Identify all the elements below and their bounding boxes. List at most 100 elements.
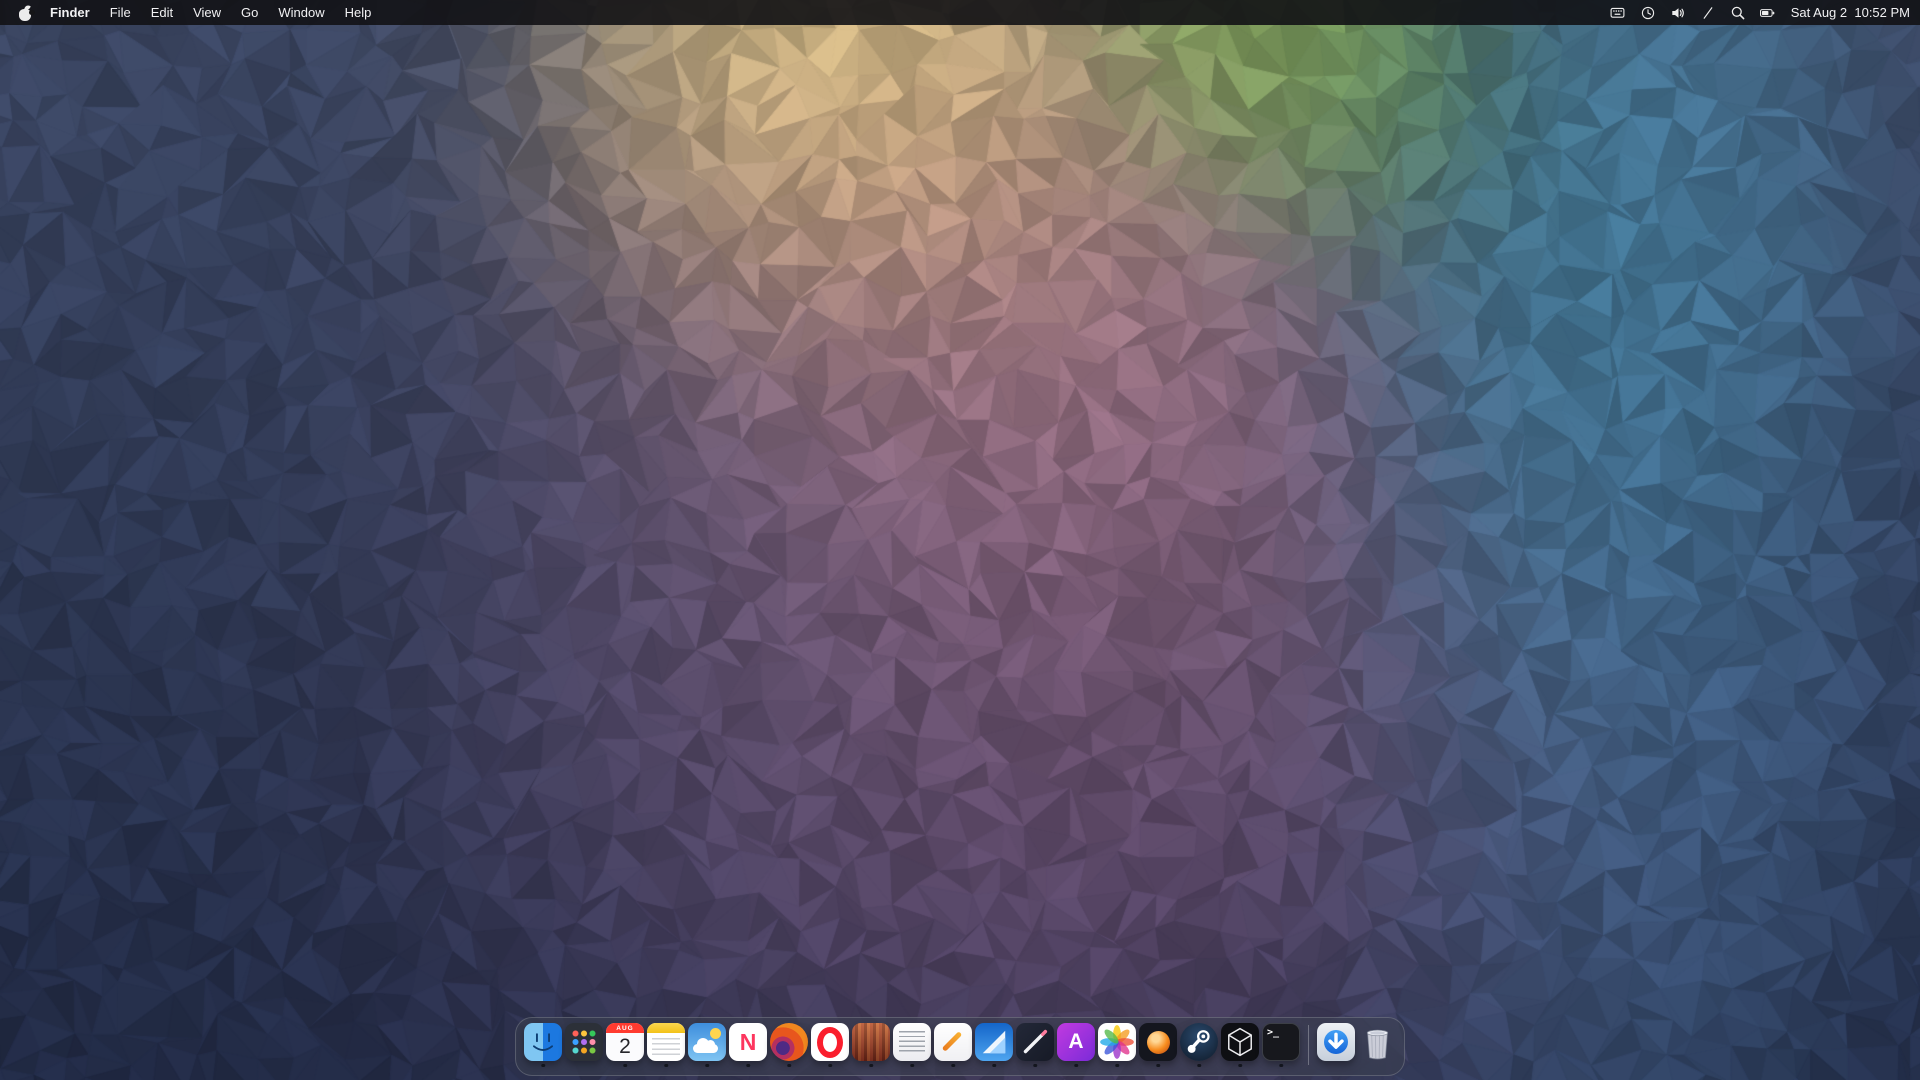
notes-header-stripe <box>647 1023 685 1033</box>
menu-bar-clock[interactable]: Sat Aug 2 10:52 PM <box>1791 0 1910 25</box>
dock-item-terminal[interactable]: >_ <box>1262 1023 1300 1067</box>
dock-item-pages[interactable] <box>934 1023 972 1067</box>
terminal-icon: >_ <box>1262 1023 1300 1061</box>
running-indicator <box>705 1064 709 1068</box>
opera-ring-shape <box>817 1027 843 1058</box>
running-indicator <box>828 1064 832 1068</box>
running-indicator <box>1279 1064 1283 1068</box>
running-indicator <box>541 1064 545 1068</box>
running-indicator <box>951 1064 955 1068</box>
dock-item-launchpad[interactable] <box>565 1023 603 1067</box>
running-indicator <box>664 1064 668 1068</box>
dock-item-firefox[interactable] <box>770 1023 808 1067</box>
running-indicator <box>787 1064 791 1068</box>
trash-icon <box>1358 1023 1396 1061</box>
desktop-wallpaper <box>0 0 1920 1080</box>
slash-icon[interactable] <box>1699 4 1717 21</box>
dock-item-opera[interactable] <box>811 1023 849 1067</box>
purple-a-letter: A <box>1068 1030 1083 1054</box>
apple-menu[interactable] <box>18 5 32 21</box>
news-icon: N <box>729 1023 767 1061</box>
dock-item-dark-brush-app[interactable] <box>1016 1023 1054 1067</box>
menu-go[interactable]: Go <box>231 0 268 25</box>
dock-item-blue-triangle-app[interactable] <box>975 1023 1013 1067</box>
news-letter: N <box>740 1029 757 1056</box>
pinwheel-flower-shape <box>1098 1023 1136 1061</box>
apple-logo-bite <box>29 10 35 16</box>
textedit-icon <box>893 1023 931 1061</box>
calendar-month-label: AUG <box>606 1023 644 1033</box>
pages-icon <box>934 1023 972 1061</box>
dock-item-steam[interactable] <box>1180 1023 1218 1067</box>
orange-pen-shape <box>942 1031 963 1052</box>
keyboard-icon[interactable] <box>1609 4 1627 21</box>
battery-icon[interactable] <box>1759 4 1777 21</box>
menu-help[interactable]: Help <box>335 0 382 25</box>
running-indicator <box>1074 1064 1078 1068</box>
menu-bar-left: Finder File Edit View Go Window Help <box>0 0 381 25</box>
weather-icon <box>688 1023 726 1061</box>
menu-bar-status: Sat Aug 2 10:52 PM <box>1603 0 1920 25</box>
running-indicator <box>1033 1064 1037 1068</box>
notes-ruled-lines <box>652 1038 680 1057</box>
orange-sphere-app-icon <box>1139 1023 1177 1061</box>
running-indicator <box>992 1064 996 1068</box>
brush-stroke-shape <box>1016 1023 1054 1061</box>
firefox-icon <box>770 1023 808 1061</box>
wastebasket-shape <box>1361 1023 1394 1061</box>
downloads-icon <box>1317 1023 1355 1061</box>
running-indicator <box>623 1064 627 1068</box>
dock-separator <box>1308 1025 1309 1065</box>
spotlight-search-icon[interactable] <box>1729 4 1747 21</box>
download-arrow-circle <box>1324 1030 1348 1054</box>
steam-piston-shape <box>1180 1023 1218 1061</box>
active-app-menu[interactable]: Finder <box>40 0 100 25</box>
cube-app-icon <box>1221 1023 1259 1061</box>
menu-window[interactable]: Window <box>268 0 334 25</box>
menu-edit[interactable]: Edit <box>141 0 183 25</box>
notes-icon <box>647 1023 685 1061</box>
dock-item-news[interactable]: N <box>729 1023 767 1067</box>
running-indicator <box>1238 1064 1242 1068</box>
photos-icon <box>1098 1023 1136 1061</box>
red-striped-app-icon <box>852 1023 890 1061</box>
sun-shape <box>710 1028 721 1039</box>
opera-icon <box>811 1023 849 1061</box>
blue-triangle-app-icon <box>975 1023 1013 1061</box>
dock-item-trash[interactable] <box>1358 1023 1396 1067</box>
steam-icon <box>1180 1023 1218 1061</box>
clock-rewind-icon[interactable] <box>1639 4 1657 21</box>
dock-item-downloads[interactable] <box>1317 1023 1355 1067</box>
dock-item-photos[interactable] <box>1098 1023 1136 1067</box>
volume-icon[interactable] <box>1669 4 1687 21</box>
menu-file[interactable]: File <box>100 0 141 25</box>
triangle-sail-shape <box>975 1023 1013 1061</box>
menu-view[interactable]: View <box>183 0 231 25</box>
dock-item-finder[interactable] <box>524 1023 562 1067</box>
dock-item-cube-app[interactable] <box>1221 1023 1259 1067</box>
cloud-shape <box>693 1044 718 1054</box>
orange-sphere-shape <box>1147 1031 1170 1054</box>
dark-brush-app-icon <box>1016 1023 1054 1061</box>
launchpad-icon <box>565 1023 603 1061</box>
document-text-lines <box>899 1031 925 1053</box>
finder-icon <box>524 1023 562 1061</box>
isometric-cube-shape <box>1221 1023 1259 1061</box>
dock-item-red-striped-app[interactable] <box>852 1023 890 1067</box>
running-indicator <box>869 1064 873 1068</box>
dock-item-calendar[interactable]: AUG 2 <box>606 1023 644 1067</box>
running-indicator <box>746 1064 750 1068</box>
dock-item-textedit[interactable] <box>893 1023 931 1067</box>
running-indicator <box>1156 1064 1160 1068</box>
running-indicator <box>1197 1064 1201 1068</box>
desktop: { "menu_bar": { "app_name": "Finder", "m… <box>0 0 1920 1080</box>
dock-item-purple-a-app[interactable]: A <box>1057 1023 1095 1067</box>
menu-bar: Finder File Edit View Go Window Help <box>0 0 1920 25</box>
running-indicator <box>910 1064 914 1068</box>
dock-item-weather[interactable] <box>688 1023 726 1067</box>
dock-item-orange-sphere-app[interactable] <box>1139 1023 1177 1067</box>
calendar-icon: AUG 2 <box>606 1023 644 1061</box>
finder-face <box>524 1023 562 1061</box>
purple-a-app-icon: A <box>1057 1023 1095 1061</box>
dock-item-notes[interactable] <box>647 1023 685 1067</box>
